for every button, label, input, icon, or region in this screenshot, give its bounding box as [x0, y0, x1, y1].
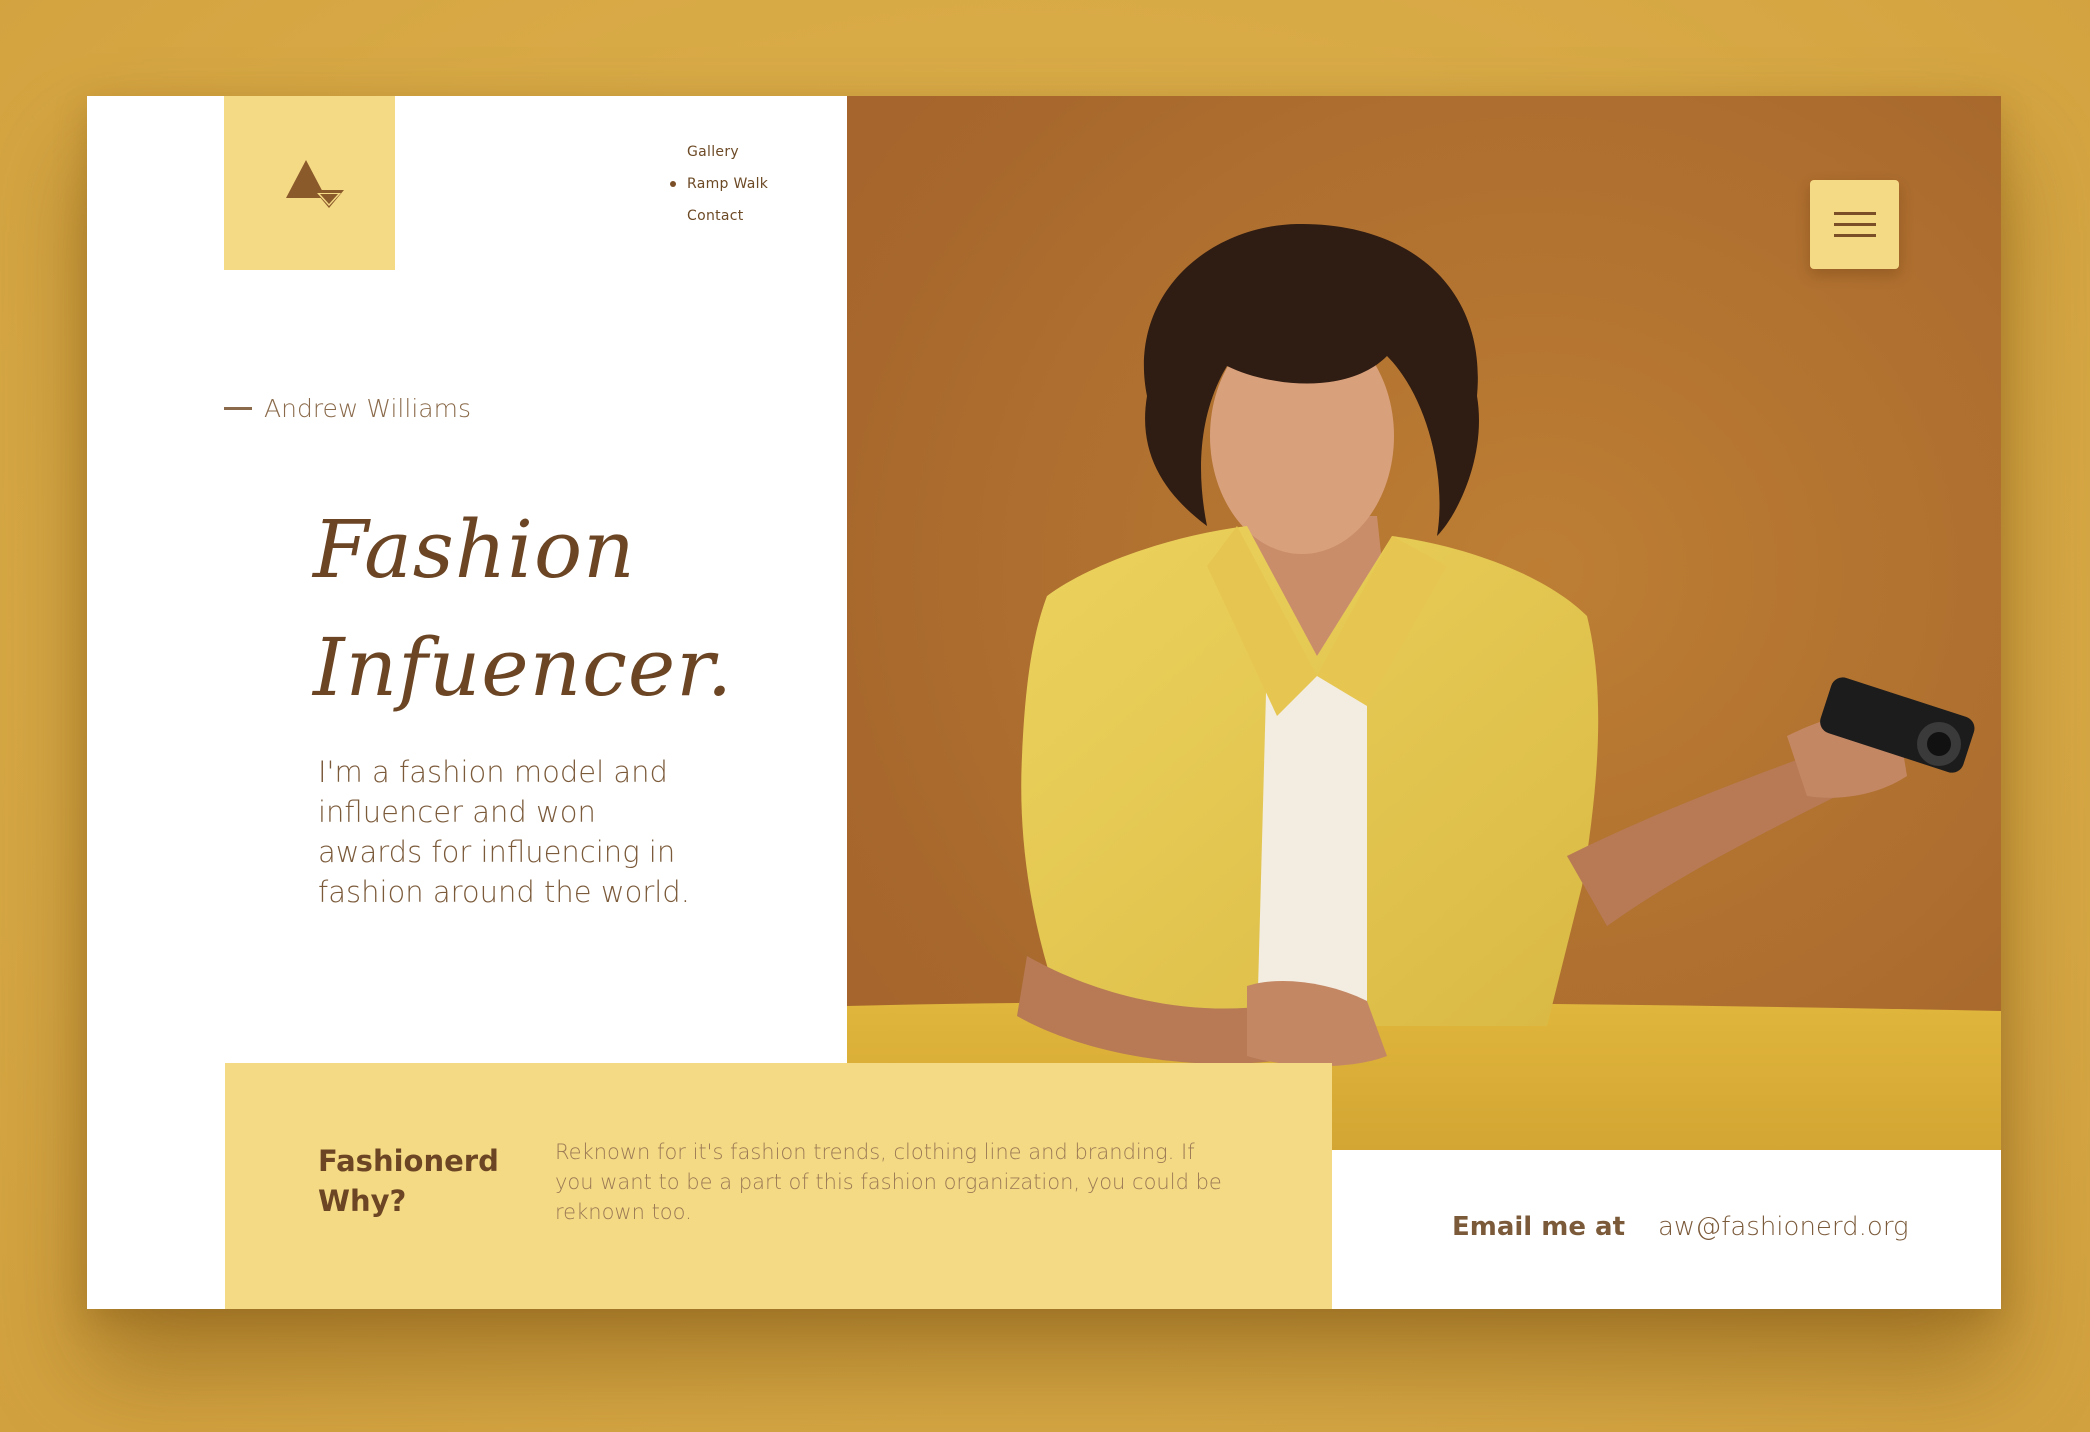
hamburger-menu-icon: [1834, 212, 1876, 237]
logo[interactable]: [224, 96, 395, 270]
hamburger-menu-button[interactable]: [1810, 180, 1899, 269]
author-dash: [224, 407, 252, 410]
info-panel: Fashionerd Why? Reknown for it's fashion…: [225, 1063, 1332, 1309]
nav-item-ramp-walk[interactable]: Ramp Walk: [667, 168, 797, 200]
email-link[interactable]: aw@fashionerd.org: [1658, 1212, 1909, 1242]
info-title: Fashionerd Why?: [318, 1141, 518, 1221]
nav-item-gallery[interactable]: Gallery: [667, 136, 797, 168]
hero-description: I'm a fashion model and influencer and w…: [318, 755, 690, 909]
headline-line-2: Infuencer.: [313, 621, 734, 714]
info-text: Reknown for it's fashion trends, clothin…: [555, 1140, 1222, 1224]
landing-card: Gallery Ramp Walk Contact Andrew William…: [87, 96, 2001, 1309]
email-area: Email me at aw@fashionerd.org: [1332, 1150, 2001, 1309]
info-title-line-1: Fashionerd: [318, 1144, 499, 1178]
nav-item-contact[interactable]: Contact: [667, 200, 797, 232]
top-nav: Gallery Ramp Walk Contact: [667, 136, 797, 232]
hero-headline: Fashion Infuencer.: [313, 491, 833, 727]
email-label: Email me at: [1452, 1212, 1626, 1242]
author-name: Andrew Williams: [264, 394, 471, 423]
triangle-logo-icon: [286, 160, 344, 208]
info-title-line-2: Why?: [318, 1184, 407, 1218]
author-line: Andrew Williams: [224, 394, 471, 423]
headline-line-1: Fashion: [313, 503, 636, 596]
